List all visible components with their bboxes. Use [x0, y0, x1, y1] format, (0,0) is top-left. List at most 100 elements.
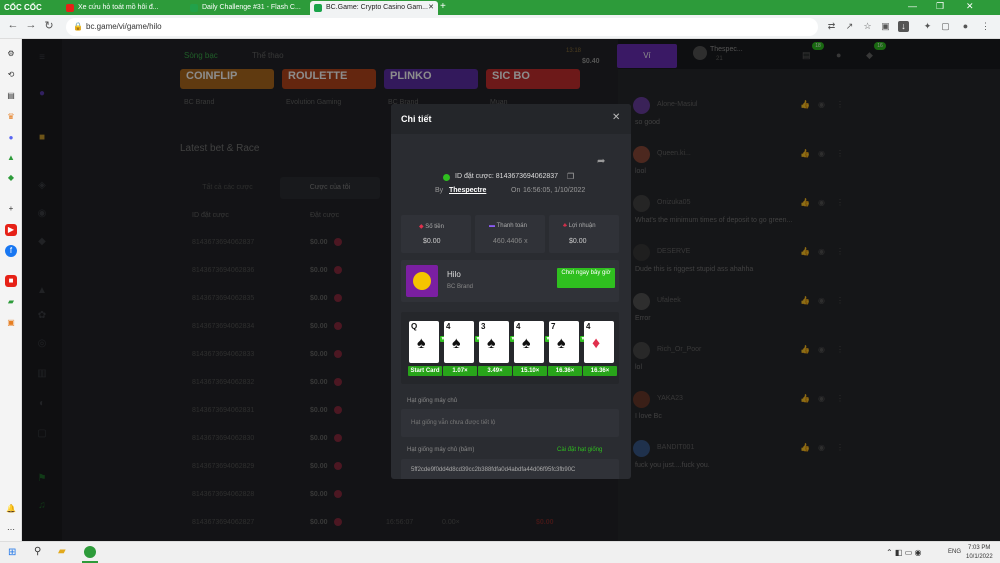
- card-suit: ♠: [522, 335, 531, 352]
- game-name: Hilo: [447, 270, 461, 279]
- forward-icon[interactable]: →: [24, 19, 38, 31]
- hashed-seed-label: Hạt giống máy chủ (băm): [407, 447, 475, 453]
- modal-title: Chi tiết: [401, 114, 432, 124]
- payout-icon: ▬: [489, 223, 495, 229]
- new-tab-button[interactable]: +: [440, 1, 446, 12]
- card-multiplier: 16.36×: [583, 366, 617, 376]
- clock-date: 10/1/2022: [966, 554, 993, 560]
- facebook-icon[interactable]: f: [5, 245, 17, 257]
- playing-card: 3 ♠: [479, 321, 509, 363]
- browser-tab-bar: CỐC CỐC Xe cứu hỏ toát mồ hôi đ... Daily…: [0, 0, 1000, 15]
- verified-icon: [443, 174, 450, 181]
- play-now-button[interactable]: Chơi ngay bây giờ: [557, 268, 615, 288]
- tray-icons[interactable]: ⌃ ◧ ▭ ◉: [886, 548, 921, 557]
- playing-card: 4 ♠: [444, 321, 474, 363]
- extension-icon[interactable]: ▣: [880, 21, 891, 32]
- card-rank: 7: [551, 322, 556, 331]
- add-icon[interactable]: +: [5, 203, 17, 215]
- tab-bcgame[interactable]: BC.Game: Crypto Casino Gam... ✕: [310, 1, 438, 15]
- star-icon[interactable]: ☆: [862, 21, 873, 32]
- browser-brand[interactable]: CỐC CỐC: [4, 2, 42, 14]
- news-icon[interactable]: ■: [5, 275, 17, 287]
- share-icon[interactable]: ↗: [844, 21, 855, 32]
- url-input[interactable]: 🔒 bc.game/vi/game/hilo: [66, 18, 818, 36]
- card-suit: ♠: [557, 335, 566, 352]
- download-icon[interactable]: ↓: [898, 21, 909, 32]
- game-icon[interactable]: ◆: [5, 172, 17, 184]
- close-icon[interactable]: ✕: [612, 112, 620, 123]
- bet-user[interactable]: Thespectre: [449, 187, 486, 194]
- stat-payout: ▬ Thanh toán 460.4406 x: [475, 215, 545, 253]
- youtube-icon: [66, 4, 74, 12]
- settings-icon[interactable]: ⚙: [5, 48, 17, 60]
- more-icon[interactable]: ⋯: [5, 524, 17, 536]
- bcgame-tab-icon: [314, 4, 322, 12]
- profile-icon[interactable]: ●: [960, 21, 971, 32]
- crown-icon[interactable]: ♛: [5, 111, 17, 123]
- os-taskbar: ⊞ ⚲ ▰ ⌃ ◧ ▭ ◉ ENG 7:03 PM 10/1/2022: [0, 541, 1000, 563]
- modal-header: Chi tiết ✕: [391, 104, 631, 134]
- minimize-icon[interactable]: —: [908, 1, 917, 11]
- puzzle-icon[interactable]: ✦: [922, 21, 933, 32]
- bet-id: ID đặt cược: 8143673694062837: [455, 173, 559, 180]
- card-rank: Q: [411, 322, 418, 331]
- card-suit: ♦: [592, 335, 601, 352]
- card-rank: 3: [481, 322, 486, 331]
- by-label: By: [435, 187, 444, 194]
- card-multiplier: 1.07×: [443, 366, 477, 376]
- card-suit: ♠: [452, 335, 461, 352]
- game-info: Hilo BC Brand Chơi ngay bây giờ: [401, 260, 619, 302]
- window-icon[interactable]: ▢: [940, 21, 951, 32]
- notes-icon[interactable]: ▤: [5, 90, 17, 102]
- language-indicator[interactable]: ENG: [948, 549, 961, 555]
- close-tab-icon[interactable]: ✕: [428, 1, 434, 15]
- stat-profit: ♣ Lợi nhuận $0.00: [549, 215, 619, 253]
- hashed-seed-field[interactable]: 5ff2cde9f0dd4d8cd39cc2b388fdfa0d4abdfa44…: [401, 459, 619, 479]
- card-multiplier: 16.36×: [548, 366, 582, 376]
- shop-icon[interactable]: ▰: [5, 296, 17, 308]
- bet-detail-modal: Chi tiết ✕ ➦ ID đặt cược: 81436736940628…: [391, 104, 631, 479]
- close-window-icon[interactable]: ✕: [966, 1, 974, 12]
- card-multiplier: Start Card: [408, 366, 442, 376]
- money-icon: ◆: [419, 224, 424, 230]
- share-icon[interactable]: ➦: [597, 156, 605, 167]
- menu-dots-icon[interactable]: ⋮: [980, 21, 991, 32]
- address-bar-row: ← → ↻ 🔒 bc.game/vi/game/hilo ⇄ ↗ ☆ ▣ ↓ ✦…: [0, 15, 1000, 39]
- lock-icon: 🔒: [73, 22, 83, 31]
- playing-card: 4 ♦: [584, 321, 614, 363]
- server-seed-field[interactable]: Hạt giống vẫn chưa được tiết lộ: [401, 409, 619, 437]
- search-icon[interactable]: ⚲: [34, 546, 41, 557]
- card-rank: 4: [586, 322, 591, 331]
- clock-time: 7:03 PM: [968, 545, 991, 551]
- card-multiplier: 3.49×: [478, 366, 512, 376]
- translate-icon[interactable]: ⇄: [826, 21, 837, 32]
- profit-icon: ♣: [563, 223, 567, 229]
- stats-icon[interactable]: ▲: [5, 152, 17, 164]
- playing-card: 4 ♠: [514, 321, 544, 363]
- set-seed-link[interactable]: Cài đặt hạt giống: [557, 447, 602, 453]
- card-multiplier: 15.10×: [513, 366, 547, 376]
- playing-card: Q ♠: [409, 321, 439, 363]
- history-icon[interactable]: ⟲: [5, 69, 17, 81]
- tab-news[interactable]: Xe cứu hỏ toát mồ hôi đ...: [62, 1, 182, 15]
- bet-date: 16:56:05, 1/10/2022: [523, 187, 586, 194]
- card-suit: ♠: [417, 335, 426, 352]
- coccoc-taskbar-icon[interactable]: [84, 546, 96, 558]
- cart-icon[interactable]: ▣: [5, 317, 17, 329]
- hilo-thumbnail[interactable]: [406, 265, 438, 297]
- reload-icon[interactable]: ↻: [42, 19, 56, 32]
- stat-amount: ◆ Số tiền $0.00: [401, 215, 471, 253]
- youtube-icon[interactable]: ▶: [5, 224, 17, 236]
- on-label: On: [511, 187, 521, 194]
- copy-icon[interactable]: ❐: [567, 172, 574, 181]
- messenger-icon[interactable]: ●: [5, 132, 17, 144]
- card-rank: 4: [446, 322, 451, 331]
- card-rank: 4: [516, 322, 521, 331]
- windows-start-icon[interactable]: ⊞: [8, 547, 16, 558]
- tab-challenge[interactable]: Daily Challenge #31 - Flash C...: [186, 1, 306, 15]
- back-icon[interactable]: ←: [6, 19, 20, 31]
- bell-icon[interactable]: 🔔: [5, 503, 17, 515]
- file-explorer-icon[interactable]: ▰: [58, 546, 66, 557]
- restore-icon[interactable]: ❐: [936, 1, 944, 12]
- card-suit: ♠: [487, 335, 496, 352]
